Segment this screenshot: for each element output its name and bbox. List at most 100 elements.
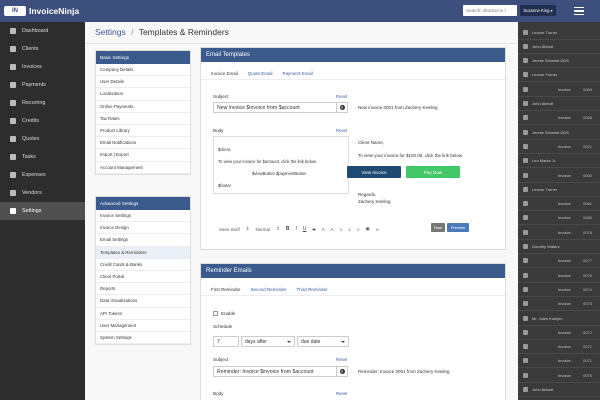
settings-nav-item[interactable]: System Settings xyxy=(96,332,190,345)
activity-invoice-row[interactable]: Invoice 0081 xyxy=(518,198,600,210)
settings-nav-item[interactable]: Email Notifications xyxy=(96,137,190,150)
chevron-down-icon[interactable]: ⇕ xyxy=(276,226,280,232)
tab-third-reminder[interactable]: Third Reminder xyxy=(297,287,328,292)
view-invoice-button[interactable]: View Invoice xyxy=(347,166,401,178)
settings-nav-item[interactable]: API Tokens xyxy=(96,308,190,320)
settings-nav-item[interactable]: Templates & Reminders xyxy=(96,246,190,259)
breadcrumb-settings-link[interactable]: Settings xyxy=(95,27,126,37)
activity-client-row[interactable]: John Abbott xyxy=(518,98,600,110)
activity-invoice-row[interactable]: Invoice 0068 xyxy=(518,112,600,124)
activity-invoice-row[interactable]: Invoice 0073 xyxy=(518,298,600,310)
bold-icon[interactable]: B xyxy=(286,226,290,232)
preview-button[interactable]: Preview xyxy=(447,223,469,232)
settings-nav-item[interactable]: Data Visualizations xyxy=(96,295,190,308)
activity-client-row[interactable]: John Abbott xyxy=(518,40,600,52)
link-icon[interactable]: ∞ xyxy=(376,227,379,232)
body-reset-link[interactable]: Reset xyxy=(336,128,347,133)
font-size-select[interactable]: Normal xyxy=(256,227,271,232)
reminder-body-reset-link[interactable]: Reset xyxy=(336,391,347,396)
italic-icon[interactable]: I xyxy=(295,226,296,232)
tab-second-reminder[interactable]: Second Reminder xyxy=(251,287,287,292)
activity-invoice-row[interactable]: Invoice 0062 xyxy=(518,169,600,181)
activity-client-row[interactable]: Leonor Turner xyxy=(518,26,600,38)
activity-client-row[interactable]: Leo Marks Jr. xyxy=(518,155,600,167)
settings-nav-item[interactable]: Product Library xyxy=(96,125,190,138)
reminder-subject-input[interactable]: Reminder: Invoice $invoice from $account xyxy=(213,366,337,377)
help-button[interactable]: ? xyxy=(337,102,348,113)
activity-client-row[interactable]: Leonor Turner xyxy=(518,183,600,195)
hamburger-menu-icon[interactable] xyxy=(568,5,590,16)
settings-nav-item[interactable]: Invoice Design xyxy=(96,222,190,235)
settings-nav-item[interactable]: Credit Cards & Banks xyxy=(96,259,190,271)
schedule-field-select[interactable]: due date xyxy=(297,336,349,347)
activity-client-row[interactable]: Mr. Jules Koelpin xyxy=(518,312,600,324)
sidebar-item-payments[interactable]: Payments xyxy=(0,76,85,94)
settings-nav-item[interactable]: Client Portal xyxy=(96,271,190,284)
activity-client-row[interactable]: Dorothy Waters xyxy=(518,241,600,253)
activity-invoice-row[interactable]: Invoice 0071 xyxy=(518,341,600,353)
sidebar-item-dashboard[interactable]: Dashboard xyxy=(0,22,85,40)
activity-invoice-row[interactable]: Invoice 0070 xyxy=(518,369,600,381)
user-menu-button[interactable]: Suzanne King ▾ xyxy=(520,5,556,16)
pay-now-button[interactable]: Pay Now xyxy=(406,166,460,178)
activity-client-row[interactable]: Jennie Schmidt DDS xyxy=(518,55,600,67)
activity-invoice-row[interactable]: Invoice 0071 xyxy=(518,355,600,367)
raw-button[interactable]: Raw xyxy=(431,223,445,232)
settings-nav-item[interactable]: Online Payments xyxy=(96,101,190,113)
sidebar-item-tasks[interactable]: Tasks xyxy=(0,148,85,166)
activity-invoice-row[interactable]: Invoice 0072 xyxy=(518,326,600,338)
activity-client-row[interactable]: John Abbott xyxy=(518,384,600,396)
tab-payment-email[interactable]: Payment Email xyxy=(283,71,313,76)
sidebar-item-credits[interactable]: Credits xyxy=(0,112,85,130)
activity-client-row[interactable]: Jennie Schmidt DDS xyxy=(518,126,600,138)
subject-input[interactable]: New invoice $invoice from $account xyxy=(213,102,337,113)
tab-invoice-email[interactable]: Invoice Email xyxy=(211,71,238,76)
sidebar-item-settings[interactable]: Settings xyxy=(0,202,85,220)
settings-nav-item[interactable]: Import | Export xyxy=(96,149,190,162)
activity-client-row[interactable]: Leonor Turner xyxy=(518,69,600,81)
reminder-subject-reset-link[interactable]: Reset xyxy=(336,357,347,362)
chevron-down-icon[interactable]: ⇕ xyxy=(246,226,250,232)
settings-nav-item[interactable]: Email Settings xyxy=(96,234,190,247)
settings-nav-item[interactable]: Localization xyxy=(96,88,190,101)
activity-invoice-row[interactable]: Invoice 0069 xyxy=(518,83,600,95)
schedule-direction-select[interactable]: days after xyxy=(241,336,295,347)
activity-invoice-row[interactable]: Invoice 0021 xyxy=(518,140,600,152)
settings-nav-item[interactable]: User Details xyxy=(96,76,190,89)
strikethrough-icon[interactable]: S xyxy=(312,227,315,232)
sidebar-item-vendors[interactable]: Vendors xyxy=(0,184,85,202)
settings-nav-item[interactable]: Tax Rates xyxy=(96,113,190,125)
bullet-list-icon[interactable]: ≡ xyxy=(348,227,351,232)
sidebar-item-clients[interactable]: Clients xyxy=(0,40,85,58)
settings-nav-item[interactable]: Reports xyxy=(96,283,190,296)
align-icon[interactable]: ≡ xyxy=(357,227,360,232)
ordered-list-icon[interactable]: ≡ xyxy=(340,227,343,232)
sidebar-item-quotes[interactable]: Quotes xyxy=(0,130,85,148)
activity-invoice-row[interactable]: Invoice 0075 xyxy=(518,269,600,281)
sidebar-item-expenses[interactable]: Expenses xyxy=(0,166,85,184)
settings-nav-item[interactable]: Account Management xyxy=(96,162,190,174)
image-icon[interactable]: ▣ xyxy=(365,226,369,232)
enable-checkbox[interactable] xyxy=(213,311,218,316)
font-family-select[interactable]: Sans Serif xyxy=(219,227,240,232)
tab-quote-email[interactable]: Quote Email xyxy=(248,71,273,76)
tab-first-reminder[interactable]: First Reminder xyxy=(211,287,241,292)
body-editor[interactable]: $client, To view your invoice for $amoun… xyxy=(213,136,349,194)
reminder-help-button[interactable]: ? xyxy=(337,366,348,377)
activity-invoice-row[interactable]: Invoice 0080 xyxy=(518,212,600,224)
background-color-icon[interactable]: A xyxy=(331,227,334,232)
sidebar-item-recurring[interactable]: Recurring xyxy=(0,94,85,112)
settings-nav-item[interactable]: Company Details xyxy=(96,64,190,77)
underline-icon[interactable]: U xyxy=(303,226,307,232)
brand-logo[interactable]: IN InvoiceNinja xyxy=(4,4,79,18)
subject-reset-link[interactable]: Reset xyxy=(336,94,347,99)
activity-invoice-row[interactable]: Invoice 0074 xyxy=(518,283,600,295)
activity-invoice-row[interactable]: Invoice 0076 xyxy=(518,226,600,238)
schedule-days-input[interactable]: 7 xyxy=(213,336,239,347)
search-input[interactable] xyxy=(463,5,517,16)
settings-nav-item[interactable]: Invoice Settings xyxy=(96,210,190,223)
text-color-icon[interactable]: A xyxy=(322,227,325,232)
activity-invoice-row[interactable]: Invoice 0077 xyxy=(518,255,600,267)
settings-nav-item[interactable]: User Management xyxy=(96,320,190,332)
sidebar-item-invoices[interactable]: Invoices xyxy=(0,58,85,76)
